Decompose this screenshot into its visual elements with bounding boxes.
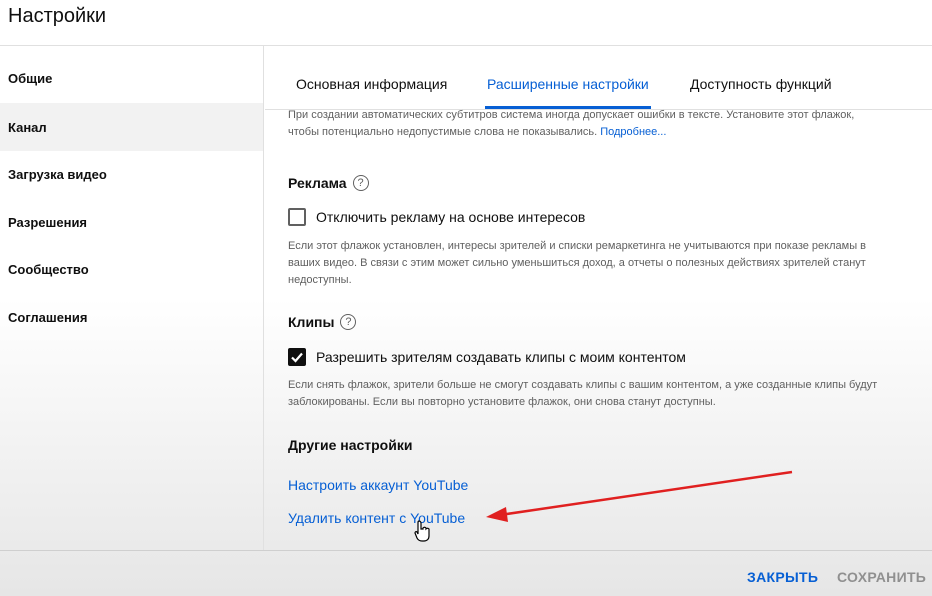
ads-section-title: Реклама ?	[288, 175, 369, 191]
close-button[interactable]: ЗАКРЫТЬ	[747, 569, 818, 585]
hand-pointer-icon	[414, 520, 430, 542]
subtitles-help-text: При создании автоматических субтитров си…	[288, 107, 888, 141]
question-circle-icon[interactable]: ?	[352, 175, 369, 191]
sidebar-item-label: Общие	[8, 70, 53, 86]
ads-help-text: Если этот флажок установлен, интересы зр…	[288, 240, 866, 286]
question-circle-icon[interactable]: ?	[340, 314, 357, 330]
settings-header: Настройки	[0, 0, 932, 46]
settings-sidebar: Общие Канал Загрузка видео Разрешения Со…	[0, 46, 264, 550]
dialog-footer: ЗАКРЫТЬ СОХРАНИТЬ	[0, 550, 932, 596]
sidebar-item-label: Канал	[8, 119, 47, 135]
sidebar-item-channel[interactable]: Канал	[0, 103, 263, 151]
sidebar-item-upload-defaults[interactable]: Загрузка видео	[0, 150, 263, 198]
sidebar-item-agreements[interactable]: Соглашения	[0, 293, 263, 341]
sidebar-item-label: Загрузка видео	[8, 166, 107, 182]
manage-youtube-account-link[interactable]: Настроить аккаунт YouTube	[288, 477, 468, 493]
learn-more-link[interactable]: Подробнее...	[600, 126, 666, 138]
sidebar-item-general[interactable]: Общие	[0, 54, 263, 102]
page-title: Настройки	[8, 5, 107, 27]
clips-title: Клипы	[288, 314, 335, 330]
clips-checkbox-row[interactable]: Разрешить зрителям создавать клипы с мои…	[288, 348, 686, 366]
checkmark-icon	[291, 352, 303, 363]
ads-title: Реклама	[288, 175, 347, 191]
clips-help-text: Если снять флажок, зрители больше не смо…	[288, 379, 878, 408]
sidebar-item-label: Разрешения	[8, 214, 88, 230]
clips-section-title: Клипы ?	[288, 314, 357, 330]
settings-tabs: Основная информация Расширенные настройк…	[265, 46, 932, 110]
sidebar-item-label: Соглашения	[8, 309, 88, 325]
other-settings-title: Другие настройки	[288, 437, 413, 453]
allow-clips-label: Разрешить зрителям создавать клипы с мои…	[316, 349, 686, 365]
subtitles-help-body: При создании автоматических субтитров си…	[288, 109, 855, 138]
tab-feature-eligibility[interactable]: Доступность функций	[690, 76, 832, 92]
ads-checkbox-row[interactable]: Отключить рекламу на основе интересов	[288, 208, 585, 226]
tab-basic-info[interactable]: Основная информация	[296, 76, 447, 92]
remove-youtube-content-link[interactable]: Удалить контент с YouTube	[288, 510, 465, 526]
tab-advanced-settings[interactable]: Расширенные настройки	[487, 76, 649, 92]
save-button[interactable]: СОХРАНИТЬ	[837, 569, 926, 585]
disable-interest-ads-checkbox[interactable]	[288, 208, 306, 226]
disable-interest-ads-label: Отключить рекламу на основе интересов	[316, 209, 586, 225]
sidebar-item-label: Сообщество	[8, 261, 89, 277]
allow-clips-checkbox[interactable]	[288, 348, 306, 366]
sidebar-item-permissions[interactable]: Разрешения	[0, 198, 263, 246]
sidebar-item-community[interactable]: Сообщество	[0, 245, 263, 293]
